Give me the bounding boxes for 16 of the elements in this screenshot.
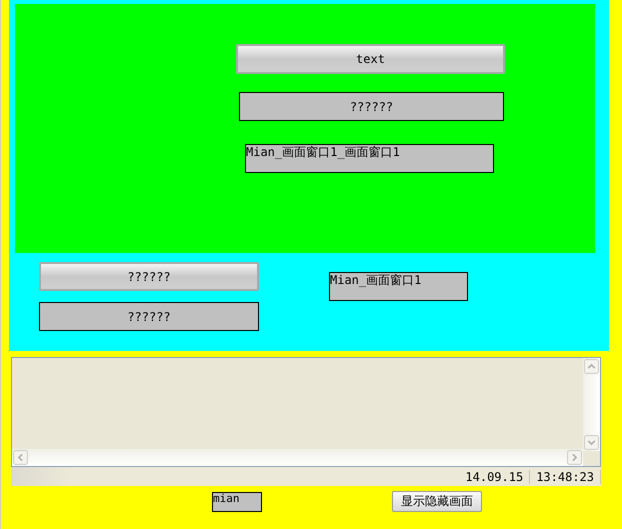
output-field: Mian_画面窗口1 xyxy=(329,272,468,301)
io-field[interactable]: ?????? xyxy=(39,302,259,331)
vertical-scrollbar[interactable] xyxy=(583,358,600,451)
output-field: mian xyxy=(212,492,262,512)
io-field[interactable]: ?????? xyxy=(239,92,504,121)
horizontal-scrollbar[interactable] xyxy=(12,449,583,466)
scroll-right-icon[interactable] xyxy=(567,450,582,465)
scroll-down-icon[interactable] xyxy=(584,435,599,450)
button[interactable]: ?????? xyxy=(39,262,259,291)
scroll-left-icon[interactable] xyxy=(13,450,28,465)
show-hide-screen-button[interactable]: 显示隐藏画面 xyxy=(392,491,482,512)
button[interactable]: text xyxy=(236,44,505,74)
time-text: 13:48:23 xyxy=(529,470,601,484)
date-text: 14.09.15 xyxy=(464,470,524,484)
output-field: Mian_画面窗口1_画面窗口1 xyxy=(245,144,494,173)
scroll-up-icon[interactable] xyxy=(584,359,599,374)
